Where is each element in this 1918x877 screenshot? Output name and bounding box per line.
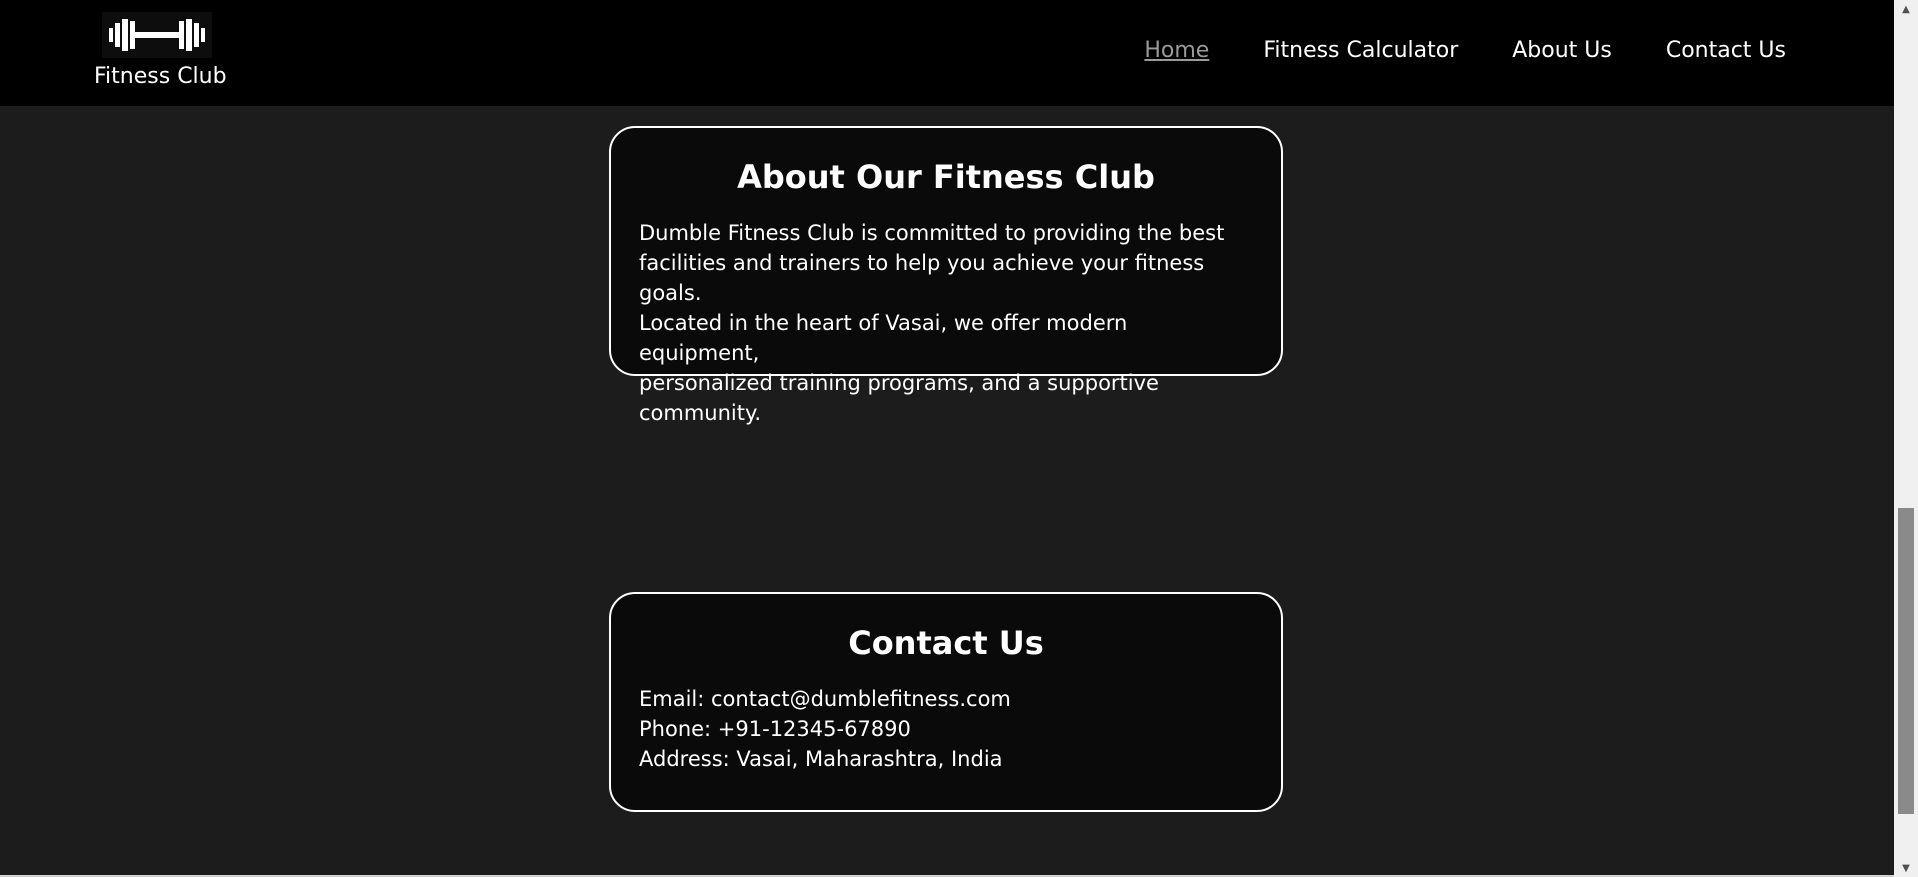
about-line: Dumble Fitness Club is committed to prov… <box>639 221 1225 245</box>
nav-link-home[interactable]: Home <box>1144 38 1209 63</box>
about-text: Dumble Fitness Club is committed to prov… <box>639 218 1253 428</box>
contact-address: Address: Vasai, Maharashtra, India <box>639 747 1003 771</box>
contact-phone: Phone: +91-12345-67890 <box>639 717 911 741</box>
navbar: Fitness Club Home Fitness Calculator Abo… <box>0 0 1894 106</box>
contact-title: Contact Us <box>848 624 1044 662</box>
nav-link-fitness-calculator[interactable]: Fitness Calculator <box>1263 38 1458 63</box>
about-line: personalized training programs, and a su… <box>639 371 1159 425</box>
brand-name: Fitness Club <box>94 64 227 89</box>
about-card: About Our Fitness Club Dumble Fitness Cl… <box>609 126 1283 425</box>
scroll-down-icon[interactable]: ▼ <box>1894 859 1918 877</box>
brand[interactable]: Fitness Club <box>92 12 227 89</box>
nav-link-about-us[interactable]: About Us <box>1512 38 1612 63</box>
nav-link-contact-us[interactable]: Contact Us <box>1666 38 1786 63</box>
about-title: About Our Fitness Club <box>737 158 1155 196</box>
vertical-scrollbar[interactable]: ▲ ▼ <box>1894 0 1918 877</box>
about-line: Located in the heart of Vasai, we offer … <box>639 311 1128 365</box>
contact-details: Email: contact@dumblefitness.com Phone: … <box>639 684 1253 774</box>
dumbbell-icon <box>102 12 212 58</box>
about-line: facilities and trainers to help you achi… <box>639 251 1205 305</box>
scrollbar-thumb[interactable] <box>1898 508 1914 814</box>
contact-card: Contact Us Email: contact@dumblefitness.… <box>609 592 1283 812</box>
scroll-up-icon[interactable]: ▲ <box>1894 0 1918 18</box>
nav-links: Home Fitness Calculator About Us Contact… <box>1144 38 1786 63</box>
contact-email: Email: contact@dumblefitness.com <box>639 687 1011 711</box>
